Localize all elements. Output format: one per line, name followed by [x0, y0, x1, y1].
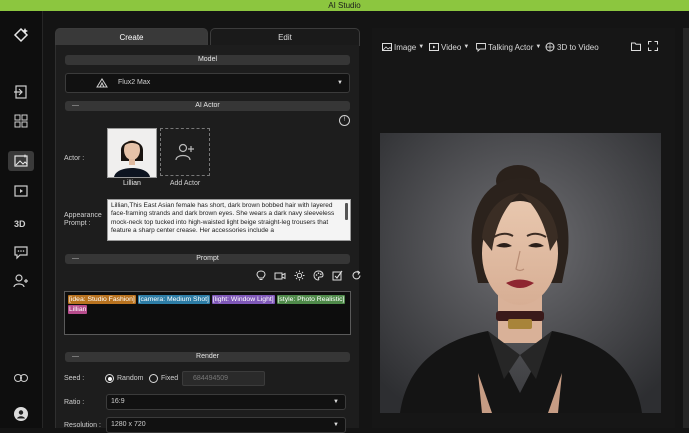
prompt-section-header: — Prompt — [65, 254, 350, 264]
image-generate-icon[interactable] — [8, 151, 34, 171]
generated-actor-image — [380, 133, 661, 413]
tab-create[interactable]: Create — [55, 28, 208, 46]
seed-fixed-radio[interactable] — [149, 374, 158, 383]
style-palette-icon[interactable] — [313, 270, 324, 281]
prompt-label: Prompt : — [64, 220, 91, 227]
3d-to-video-label: 3D to Video — [557, 42, 599, 52]
idea-bulb-icon[interactable] — [256, 270, 266, 281]
3d-icon[interactable]: 3D — [8, 212, 34, 232]
chevron-down-icon: ▼ — [333, 399, 339, 405]
style-token[interactable]: [style: Photo Realistic] — [276, 295, 346, 304]
video-menu-label: Video — [441, 42, 462, 52]
3d-to-video-icon — [545, 42, 555, 52]
seed-label: Seed : — [64, 375, 85, 382]
appearance-label: Appearance — [64, 212, 102, 219]
seed-value: 684494509 — [193, 375, 229, 382]
ratio-dropdown[interactable]: 16:9 ▼ — [106, 394, 346, 410]
appearance-prompt-textarea[interactable]: Lillian,This East Asian female has short… — [107, 199, 351, 241]
app-title: AI Studio — [328, 1, 361, 10]
seed-fixed-label: Fixed — [161, 375, 179, 382]
video-menu[interactable]: Video ▼ — [429, 42, 469, 52]
ai-actor-section-title: AI Actor — [195, 102, 220, 109]
user-account-icon[interactable] — [8, 404, 34, 424]
idea-token[interactable]: [idea: Studio Fashion] — [68, 295, 136, 304]
credits-icon[interactable] — [8, 368, 34, 388]
seed-random-radio[interactable] — [105, 374, 114, 383]
refresh-icon[interactable] — [351, 270, 362, 281]
chevron-down-icon: ▼ — [337, 80, 343, 86]
actor-portrait-image — [108, 129, 156, 177]
prompt-input[interactable]: [idea: Studio Fashion] [camera: Medium S… — [64, 291, 351, 335]
actor-token[interactable]: Lillian — [68, 305, 88, 314]
appearance-prompt-text: Lillian,This East Asian female has short… — [111, 202, 335, 234]
ratio-label: Ratio : — [64, 399, 85, 406]
chevron-down-icon: ▼ — [418, 44, 425, 50]
collapse-icon[interactable]: — — [72, 352, 79, 362]
actor-thumbnail[interactable] — [107, 128, 157, 178]
add-actor-sidebar-icon[interactable] — [8, 271, 34, 291]
chat-icon[interactable] — [8, 242, 34, 262]
ratio-value: 16:9 — [111, 398, 125, 405]
add-person-icon — [175, 143, 194, 161]
left-sidebar: 3D — [0, 11, 43, 428]
camera-icon[interactable] — [274, 270, 286, 281]
grid-icon[interactable] — [8, 111, 34, 131]
right-edge-panel — [683, 28, 689, 428]
import-icon[interactable] — [8, 82, 34, 102]
3d-to-video-button[interactable]: 3D to Video — [545, 42, 599, 52]
folder-icon[interactable] — [631, 42, 641, 51]
talking-actor-menu[interactable]: Talking Actor ▼ — [476, 42, 541, 52]
resolution-dropdown[interactable]: 1280 x 720 ▼ — [106, 417, 346, 433]
prompt-toolbar — [256, 270, 362, 282]
video-icon — [429, 43, 439, 51]
tab-edit[interactable]: Edit — [210, 28, 360, 46]
image-menu-label: Image — [394, 42, 417, 52]
add-actor-button[interactable] — [160, 128, 210, 176]
chevron-down-icon: ▼ — [463, 44, 470, 50]
render-section-title: Render — [196, 353, 219, 360]
talking-actor-icon — [476, 43, 486, 52]
textarea-scrollbar[interactable] — [345, 203, 348, 220]
image-icon — [382, 43, 392, 51]
actor-name: Lillian — [123, 180, 141, 187]
chevron-down-icon: ▼ — [333, 422, 339, 428]
seed-value-field[interactable]: 684494509 — [182, 371, 265, 386]
model-section-title: Model — [197, 56, 218, 63]
prompt-token-list: [idea: Studio Fashion] [camera: Medium S… — [68, 295, 346, 315]
chevron-down-icon: ▼ — [535, 44, 542, 50]
edit-check-icon[interactable] — [332, 270, 343, 281]
image-menu[interactable]: Image ▼ — [382, 42, 424, 52]
ai-actor-section-header: — AI Actor — [65, 101, 350, 111]
actor-label: Actor : — [64, 155, 85, 162]
info-icon[interactable]: ! — [339, 115, 350, 126]
model-selected-label: Flux2 Max — [118, 79, 151, 86]
app-logo-icon — [8, 25, 34, 45]
resolution-value: 1280 x 720 — [111, 421, 146, 428]
svg-text:3D: 3D — [14, 219, 26, 229]
portrait-preview — [380, 133, 661, 413]
prompt-section-title: Prompt — [196, 255, 219, 262]
seed-random-label: Random — [117, 375, 144, 382]
model-section-header: Model — [65, 55, 350, 65]
radio-selected-dot — [107, 376, 112, 381]
light-token[interactable]: [light: Window Light] — [211, 295, 275, 304]
fullscreen-icon[interactable] — [648, 41, 658, 51]
create-panel: Model Flux2 Max ▼ — AI Actor ! Actor : L… — [55, 45, 362, 433]
model-dropdown[interactable]: Flux2 Max ▼ — [65, 73, 350, 93]
talking-actor-menu-label: Talking Actor — [488, 42, 534, 52]
camera-token[interactable]: [camera: Medium Shot] — [137, 295, 210, 304]
light-sun-icon[interactable] — [294, 270, 305, 281]
model-logo-icon — [96, 78, 108, 88]
collapse-icon[interactable]: — — [72, 101, 79, 111]
render-section-header: — Render — [65, 352, 350, 362]
title-bar: AI Studio — [0, 0, 689, 11]
video-generate-icon[interactable] — [8, 181, 34, 201]
add-actor-label: Add Actor — [169, 180, 201, 187]
collapse-icon[interactable]: — — [72, 254, 79, 264]
